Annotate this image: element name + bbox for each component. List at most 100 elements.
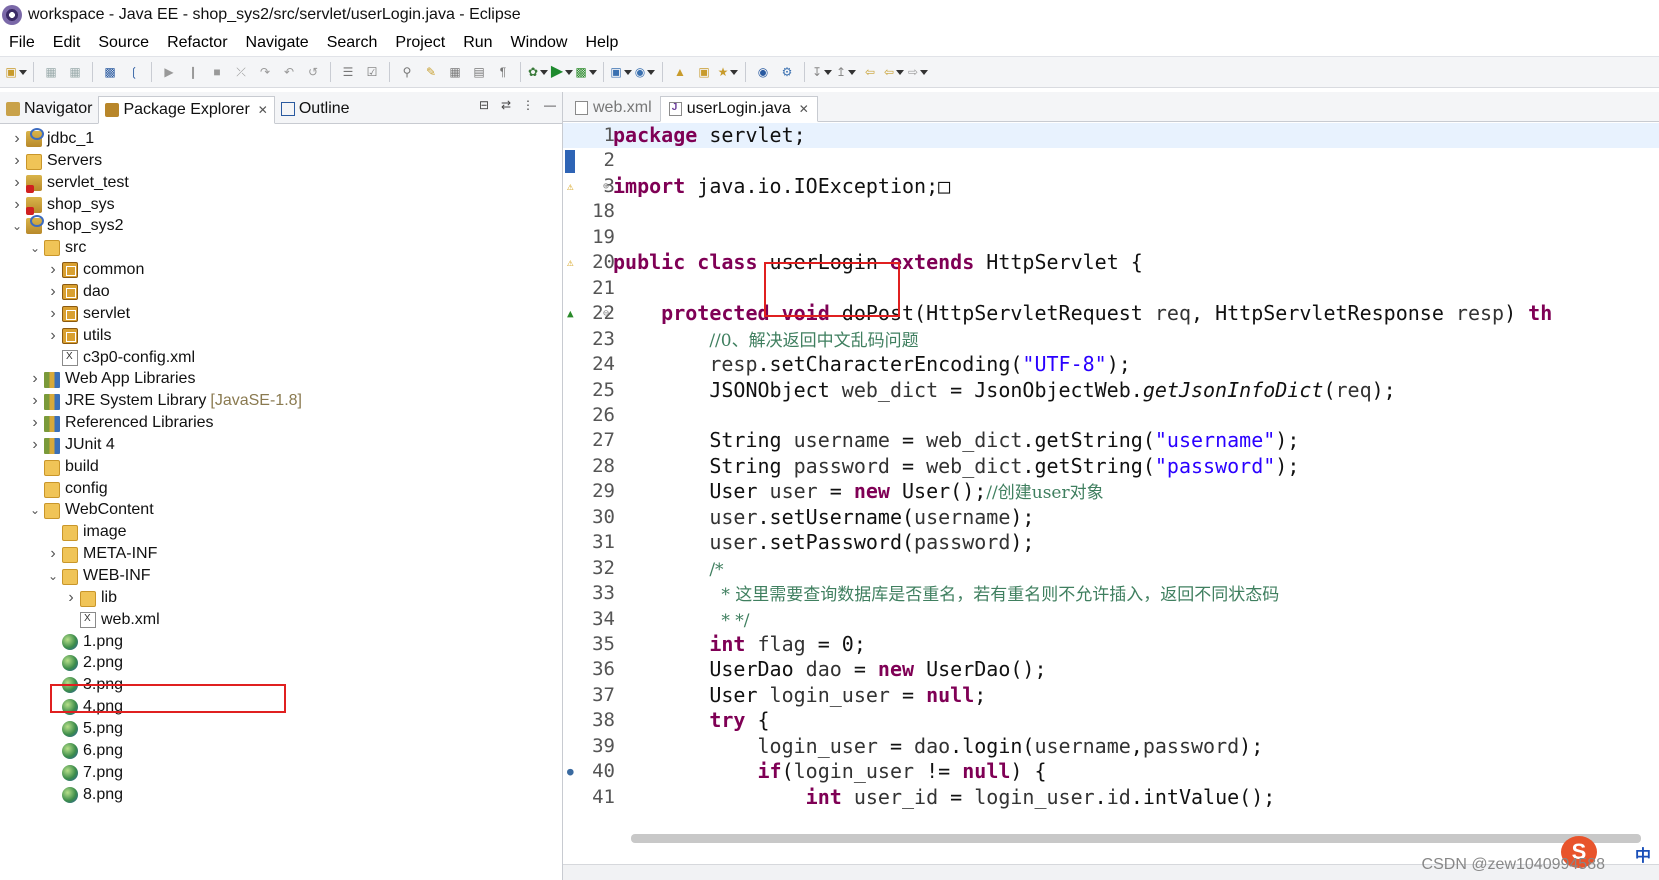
run-server-icon[interactable]: ▩ bbox=[575, 63, 595, 81]
tree-item[interactable]: web.xml bbox=[64, 609, 160, 631]
tree-item[interactable]: 6.png bbox=[46, 740, 123, 762]
back-icon[interactable]: ⇦ bbox=[884, 63, 903, 81]
tree-item[interactable]: › Web App Libraries bbox=[28, 368, 195, 390]
menu-navigate[interactable]: Navigate bbox=[237, 34, 318, 52]
step-return-icon[interactable]: ↺ bbox=[304, 63, 322, 81]
tree-item[interactable]: c3p0-config.xml bbox=[46, 347, 195, 369]
tree-item[interactable]: 5.png bbox=[46, 718, 123, 740]
block-selection-icon[interactable]: ▦ bbox=[446, 63, 464, 81]
chevron-right-icon[interactable]: › bbox=[10, 130, 24, 148]
pin-icon[interactable]: ⚲ bbox=[398, 63, 416, 81]
chevron-down-icon[interactable]: ⌄ bbox=[46, 569, 60, 583]
run-icon[interactable]: ▶ bbox=[551, 63, 571, 81]
tree-item[interactable]: › common bbox=[46, 259, 144, 281]
tree-item[interactable]: ⌄ WEB-INF bbox=[46, 565, 151, 587]
step-over-icon[interactable]: ↶ bbox=[280, 63, 298, 81]
disconnect-icon[interactable]: ⤫ bbox=[232, 63, 250, 81]
close-icon[interactable]: ✕ bbox=[799, 102, 809, 116]
tree-item[interactable]: › shop_sys bbox=[10, 194, 115, 216]
tree-item[interactable]: › Servers bbox=[10, 150, 102, 172]
chevron-right-icon[interactable]: › bbox=[46, 545, 60, 563]
chevron-right-icon[interactable]: › bbox=[28, 392, 42, 410]
word-wrap-icon[interactable]: ▤ bbox=[470, 63, 488, 81]
suspend-icon[interactable]: ❙ bbox=[184, 63, 202, 81]
tree-item[interactable]: build bbox=[28, 456, 99, 478]
tree-item[interactable]: › lib bbox=[64, 587, 117, 609]
chevron-right-icon[interactable]: › bbox=[10, 174, 24, 192]
last-edit-location-icon[interactable]: ⇦ bbox=[861, 63, 879, 81]
code-text-area[interactable]: 1 package servlet; 2 3 ⚠ ⊕ import java.io.IOEx… bbox=[563, 123, 1659, 880]
menu-edit[interactable]: Edit bbox=[44, 34, 90, 52]
menu-refactor[interactable]: Refactor bbox=[158, 34, 236, 52]
previous-annotation-icon[interactable]: ↥ bbox=[836, 63, 855, 81]
open-task-icon[interactable]: ▣ bbox=[695, 63, 713, 81]
menu-window[interactable]: Window bbox=[502, 34, 577, 52]
next-annotation-icon[interactable]: ↧ bbox=[812, 63, 831, 81]
save-icon[interactable]: ▦ bbox=[42, 63, 60, 81]
chevron-right-icon[interactable]: › bbox=[46, 283, 60, 301]
tree-item[interactable]: › Referenced Libraries bbox=[28, 412, 214, 434]
tab-package-explorer[interactable]: Package Explorer ✕ bbox=[98, 96, 275, 124]
tree-item[interactable]: ⌄ src bbox=[28, 237, 86, 259]
tree-item[interactable]: › dao bbox=[46, 281, 110, 303]
open-type-icon[interactable]: ▲ bbox=[671, 63, 689, 81]
tree-item[interactable]: › servlet_test bbox=[10, 172, 129, 194]
tree-item[interactable]: › jdbc_1 bbox=[10, 128, 94, 150]
warning-icon[interactable]: ⚠ bbox=[567, 174, 574, 199]
tree-item[interactable]: 7.png bbox=[46, 762, 123, 784]
search-tool-icon[interactable]: ★ bbox=[718, 63, 737, 81]
show-whitespace-icon[interactable]: ¶ bbox=[494, 63, 512, 81]
terminate-icon[interactable]: ■ bbox=[208, 63, 226, 81]
step-into-icon[interactable]: ↷ bbox=[256, 63, 274, 81]
tab-navigator[interactable]: Navigator bbox=[0, 95, 98, 123]
warning-icon[interactable]: ⚠ bbox=[567, 250, 574, 275]
chevron-right-icon[interactable]: › bbox=[64, 589, 78, 607]
tab-outline[interactable]: Outline bbox=[275, 95, 356, 123]
tree-item[interactable]: › JUnit 4 bbox=[28, 434, 115, 456]
close-icon[interactable]: ✕ bbox=[258, 103, 268, 117]
forward-icon[interactable]: ⇨ bbox=[908, 63, 927, 81]
menu-project[interactable]: Project bbox=[386, 34, 454, 52]
new-java-class-icon[interactable]: ◉ bbox=[635, 63, 654, 81]
minimize-icon[interactable]: — bbox=[543, 98, 557, 112]
chevron-right-icon[interactable]: › bbox=[46, 305, 60, 323]
chevron-right-icon[interactable]: › bbox=[28, 436, 42, 454]
menu-run[interactable]: Run bbox=[454, 34, 501, 52]
link-with-editor-icon[interactable]: ⇄ bbox=[499, 98, 513, 112]
view-menu-icon[interactable]: ⋮ bbox=[521, 98, 535, 112]
menu-source[interactable]: Source bbox=[89, 34, 158, 52]
debug-icon[interactable]: ✿ bbox=[528, 63, 547, 81]
new-icon[interactable]: ▣ bbox=[5, 63, 25, 81]
new-server-icon[interactable]: ▣ bbox=[610, 63, 630, 81]
chevron-down-icon[interactable]: ⌄ bbox=[28, 241, 42, 255]
mark-occurrences-icon[interactable]: ✎ bbox=[422, 63, 440, 81]
menu-search[interactable]: Search bbox=[318, 34, 387, 52]
tree-item[interactable]: › utils bbox=[46, 325, 111, 347]
open-console-icon[interactable]: ▩ bbox=[101, 63, 119, 81]
chevron-right-icon[interactable]: › bbox=[28, 370, 42, 388]
toggle-comment-icon[interactable]: ☰ bbox=[339, 63, 357, 81]
chevron-right-icon[interactable]: › bbox=[28, 414, 42, 432]
tree-item[interactable]: 1.png bbox=[46, 631, 123, 653]
chevron-right-icon[interactable]: › bbox=[46, 261, 60, 279]
tree-item[interactable]: ⌄ WebContent bbox=[28, 499, 154, 521]
tree-item[interactable]: 8.png bbox=[46, 784, 123, 806]
chevron-down-icon[interactable]: ⌄ bbox=[10, 219, 24, 233]
tree-item[interactable]: config bbox=[28, 478, 108, 500]
web-services-icon[interactable]: ⚙ bbox=[778, 63, 796, 81]
format-icon[interactable]: ☑ bbox=[363, 63, 381, 81]
editor-tab-userlogin-java[interactable]: userLogin.java ✕ bbox=[659, 96, 818, 122]
tree-item[interactable]: › JRE System Library [JavaSE-1.8] bbox=[28, 390, 302, 412]
collapse-all-icon[interactable]: ⊟ bbox=[477, 98, 491, 112]
resume-icon[interactable]: ▶ bbox=[160, 63, 178, 81]
chevron-down-icon[interactable]: ⌄ bbox=[28, 503, 42, 517]
tree-item[interactable]: image bbox=[46, 521, 127, 543]
horizontal-scrollbar[interactable] bbox=[631, 834, 1641, 843]
menu-help[interactable]: Help bbox=[576, 34, 627, 52]
menu-file[interactable]: File bbox=[0, 34, 44, 52]
expand-fold-icon[interactable]: ⊕ bbox=[603, 174, 609, 199]
chevron-right-icon[interactable]: › bbox=[10, 152, 24, 170]
tree-item[interactable]: › META-INF bbox=[46, 543, 157, 565]
tree-item[interactable]: ⌄ shop_sys2 bbox=[10, 215, 124, 237]
breakpoint-icon[interactable]: ● bbox=[567, 759, 574, 784]
